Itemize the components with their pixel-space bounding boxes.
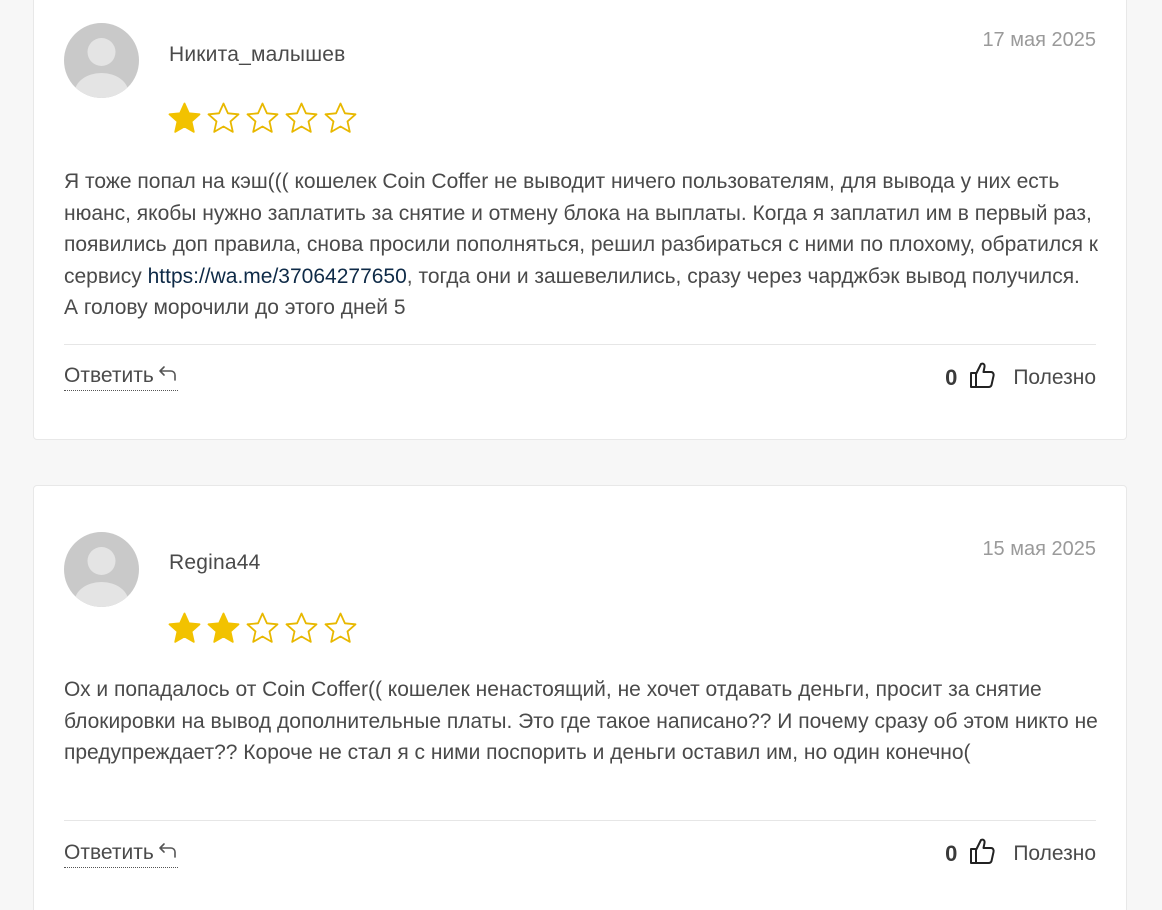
useful-count: 0 xyxy=(945,841,958,866)
star-empty-icon xyxy=(284,611,319,646)
review-date: 17 мая 2025 xyxy=(982,29,1096,51)
star-empty-icon xyxy=(323,611,358,646)
review-text: Я тоже попал на кэш((( кошелек Coin Coff… xyxy=(64,166,1098,324)
reply-button[interactable]: Ответить xyxy=(64,364,178,391)
thumbs-up-icon[interactable] xyxy=(969,837,995,871)
reply-button[interactable]: Ответить xyxy=(64,841,178,868)
star-filled-icon xyxy=(206,611,241,646)
avatar xyxy=(64,532,139,607)
reviews-page: Никита_малышев 17 мая 2025 Я тоже попал … xyxy=(0,0,1162,910)
review-author: Никита_малышев xyxy=(169,43,346,66)
star-empty-icon xyxy=(245,611,280,646)
star-empty-icon xyxy=(245,101,280,136)
reply-arrow-icon xyxy=(158,841,178,865)
thumbs-up-icon[interactable] xyxy=(969,361,995,395)
review-card: Regina44 15 мая 2025 Ох и попадалось от … xyxy=(33,485,1127,910)
star-filled-icon xyxy=(167,611,202,646)
rating-stars xyxy=(167,101,358,136)
divider xyxy=(64,344,1096,345)
rating-stars xyxy=(167,611,358,646)
useful-label[interactable]: Полезно xyxy=(1013,366,1096,390)
reply-label: Ответить xyxy=(64,841,154,864)
review-link[interactable]: https://wa.me/37064277650 xyxy=(148,265,407,288)
useful-block: 0 Полезно xyxy=(945,361,1096,395)
useful-count: 0 xyxy=(945,365,958,390)
star-empty-icon xyxy=(284,101,319,136)
review-text: Ох и попадалось от Coin Coffer(( кошелек… xyxy=(64,678,1098,764)
reply-label: Ответить xyxy=(64,364,154,387)
review-author: Regina44 xyxy=(169,551,261,574)
review-card: Никита_малышев 17 мая 2025 Я тоже попал … xyxy=(33,0,1127,440)
useful-block: 0 Полезно xyxy=(945,837,1096,871)
star-empty-icon xyxy=(323,101,358,136)
divider xyxy=(64,820,1096,821)
avatar xyxy=(64,23,139,98)
useful-label[interactable]: Полезно xyxy=(1013,842,1096,866)
review-date: 15 мая 2025 xyxy=(982,538,1096,560)
reply-arrow-icon xyxy=(158,364,178,388)
star-empty-icon xyxy=(206,101,241,136)
star-filled-icon xyxy=(167,101,202,136)
